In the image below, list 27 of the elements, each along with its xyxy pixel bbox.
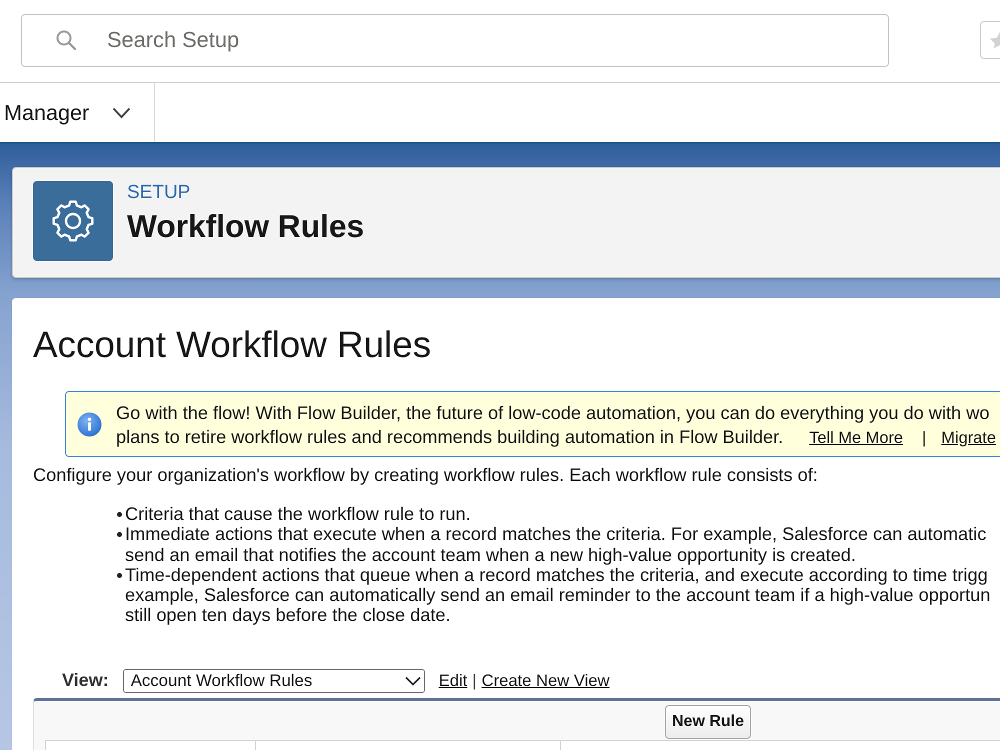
bullet-icon <box>117 532 122 538</box>
create-view-link[interactable]: Create New View <box>482 670 610 691</box>
edit-link[interactable]: Edit <box>438 670 468 691</box>
intro-text: Configure your organization's workflow by creating workflow rules. Each workflow rule consists of: <box>33 465 819 485</box>
bullet-text: Immediate actions that execute when a record matches the criteria. For example, Salesforce can automatic send an email that notifies the account team when a new high-value opportunity is created. <box>125 524 986 565</box>
tell-me-more-link[interactable]: Tell Me More <box>809 428 904 446</box>
view-label: View: <box>62 670 109 692</box>
header-eyebrow: SETUP <box>127 182 190 204</box>
migrate-link[interactable]: Migrate <box>941 428 996 446</box>
star-icon <box>988 31 1000 49</box>
favorites-button[interactable] <box>980 21 1000 59</box>
chevron-down-icon <box>112 106 132 118</box>
gear-icon <box>33 181 113 261</box>
info-icon <box>77 412 102 436</box>
bullet-text: Criteria that cause the workflow rule to run. <box>125 504 471 524</box>
new-rule-button[interactable]: New Rule <box>665 704 752 739</box>
search-icon <box>55 28 77 50</box>
link-separator: | <box>472 670 477 691</box>
search-field[interactable]: Search Setup <box>21 14 889 66</box>
page-title: Account Workflow Rules <box>33 324 432 366</box>
bullet-icon <box>117 512 122 517</box>
header-title: Workflow Rules <box>127 208 364 244</box>
bullet-icon <box>117 572 122 578</box>
info-message: Go with the flow! With Flow Builder, the future of low-code automation, you can do everything you do with wo plans to retire workflow rules and recommends building automation in Flow Builder. Tell Me More | Migrate <box>116 402 996 449</box>
bullet-text: Time-dependent actions that queue when a record matches the criteria, and execute according to time trigg example, Salesforce can automatically send an email reminder to the account team if a high-value opportun still open ten days before the close date. <box>125 564 990 626</box>
chevron-down-icon <box>404 676 421 686</box>
view-select[interactable]: Account Workflow Rules <box>122 668 425 693</box>
